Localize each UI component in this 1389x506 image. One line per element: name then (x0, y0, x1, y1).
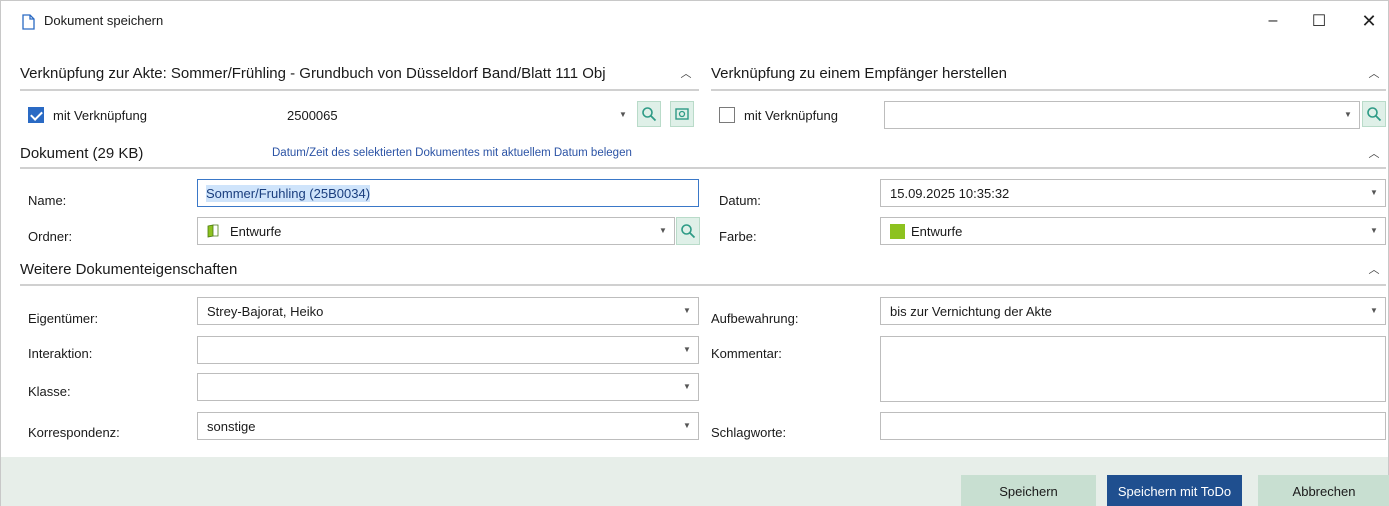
chevron-down-icon: ▼ (683, 345, 691, 354)
ordner-label: Ordner: (28, 229, 73, 244)
klasse-label: Klasse: (28, 384, 71, 399)
akte-search-button[interactable] (637, 101, 661, 127)
color-swatch (890, 224, 905, 239)
empfaenger-section-divider (711, 89, 1386, 91)
empfaenger-select[interactable]: ▼ (884, 101, 1360, 129)
empfaenger-section-title: Verknüpfung zu einem Empfänger herstelle… (711, 65, 1008, 82)
klasse-select[interactable]: ▼ (197, 373, 699, 401)
chevron-down-icon: ▼ (1344, 110, 1352, 119)
akte-number-select[interactable]: 2500065 ▼ (278, 101, 635, 129)
datum-value: 15.09.2025 10:35:32 (890, 186, 1010, 201)
cancel-button[interactable]: Abbrechen (1258, 475, 1389, 506)
empfaenger-link-checkbox[interactable] (719, 107, 735, 123)
window-title: Dokument speichern (44, 13, 164, 28)
chevron-down-icon: ▼ (683, 421, 691, 430)
akte-open-button[interactable] (670, 101, 694, 127)
chevron-down-icon: ▼ (1370, 188, 1378, 197)
save-button[interactable]: Speichern (961, 475, 1096, 506)
datum-label: Datum: (719, 193, 761, 208)
maximize-button[interactable]: ☐ (1305, 9, 1333, 33)
document-icon (22, 14, 35, 30)
schlagworte-input[interactable] (880, 412, 1386, 440)
eigentuemer-value: Strey-Bajorat, Heiko (207, 304, 324, 319)
weitere-collapse-chevron-icon[interactable]: ︿ (1367, 263, 1381, 277)
akte-number-value: 2500065 (287, 108, 338, 123)
empfaenger-search-button[interactable] (1362, 101, 1386, 127)
chevron-down-icon: ▼ (1370, 226, 1378, 235)
aufbewahrung-select[interactable]: bis zur Vernichtung der Akte ▼ (880, 297, 1386, 325)
akte-link-checkbox-label: mit Verknüpfung (53, 108, 147, 123)
chevron-down-icon: ▼ (659, 226, 667, 235)
eigentuemer-label: Eigentümer: (28, 311, 99, 326)
empfaenger-collapse-chevron-icon[interactable]: ︿ (1367, 67, 1381, 81)
save-button-label: Speichern (999, 483, 1058, 499)
search-icon (642, 107, 657, 122)
dokument-collapse-chevron-icon[interactable]: ︿ (1367, 147, 1381, 161)
dokument-section-divider (20, 167, 1386, 169)
weitere-section-title: Weitere Dokumenteigenschaften (20, 261, 238, 278)
folder-icon (207, 224, 219, 238)
korrespondenz-value: sonstige (207, 419, 256, 434)
farbe-label: Farbe: (719, 229, 757, 244)
akte-section-divider (20, 89, 699, 91)
close-button[interactable]: ✕ (1355, 9, 1383, 33)
save-with-todo-button-label: Speichern mit ToDo (1117, 483, 1232, 499)
ordner-search-button[interactable] (676, 217, 700, 245)
aufbewahrung-value: bis zur Vernichtung der Akte (890, 304, 1052, 319)
name-input[interactable]: Sommer/Fruhling (25B0034) (197, 179, 699, 207)
farbe-select[interactable]: Entwurfe ▼ (880, 217, 1386, 245)
date-update-link[interactable]: Datum/Zeit des selektierten Dokumentes m… (272, 147, 632, 159)
name-value: Sommer/Fruhling (25B0034) (206, 185, 371, 202)
weitere-section-divider (20, 284, 1386, 286)
interaktion-select[interactable]: ▼ (197, 336, 699, 364)
chevron-down-icon: ▼ (683, 382, 691, 391)
chevron-down-icon: ▼ (683, 306, 691, 315)
korrespondenz-label: Korrespondenz: (28, 425, 120, 440)
datum-select[interactable]: 15.09.2025 10:35:32 ▼ (880, 179, 1386, 207)
akte-link-checkbox[interactable] (28, 107, 44, 123)
kommentar-textarea[interactable] (880, 336, 1386, 402)
farbe-value: Entwurfe (911, 224, 963, 239)
korrespondenz-select[interactable]: sonstige ▼ (197, 412, 699, 440)
save-with-todo-button[interactable]: Speichern mit ToDo (1107, 475, 1242, 506)
minimize-button[interactable]: – (1259, 9, 1287, 33)
title-bar: Dokument speichern – ☐ ✕ (1, 1, 1388, 41)
aufbewahrung-label: Aufbewahrung: (711, 311, 799, 326)
ordner-select[interactable]: Entwurfe ▼ (197, 217, 675, 245)
chevron-down-icon: ▼ (1370, 306, 1378, 315)
akte-collapse-chevron-icon[interactable]: ︿ (679, 67, 693, 81)
eigentuemer-select[interactable]: Strey-Bajorat, Heiko ▼ (197, 297, 699, 325)
cancel-button-label: Abbrechen (1292, 483, 1356, 499)
schlagworte-label: Schlagworte: (711, 425, 787, 440)
empfaenger-link-checkbox-label: mit Verknüpfung (744, 108, 838, 123)
search-icon (1367, 107, 1382, 122)
kommentar-label: Kommentar: (711, 346, 782, 361)
search-icon (681, 224, 696, 239)
akte-section-title: Verknüpfung zur Akte: Sommer/Frühling - … (20, 65, 606, 82)
name-label: Name: (28, 193, 67, 208)
ordner-value: Entwurfe (230, 224, 282, 239)
interaktion-label: Interaktion: (28, 346, 93, 361)
chevron-down-icon: ▼ (619, 110, 627, 119)
dokument-section-title: Dokument (29 KB) (20, 145, 144, 162)
dialog-window: Dokument speichern – ☐ ✕ Verknüpfung zur… (0, 0, 1389, 506)
folder-link-icon (675, 108, 689, 120)
